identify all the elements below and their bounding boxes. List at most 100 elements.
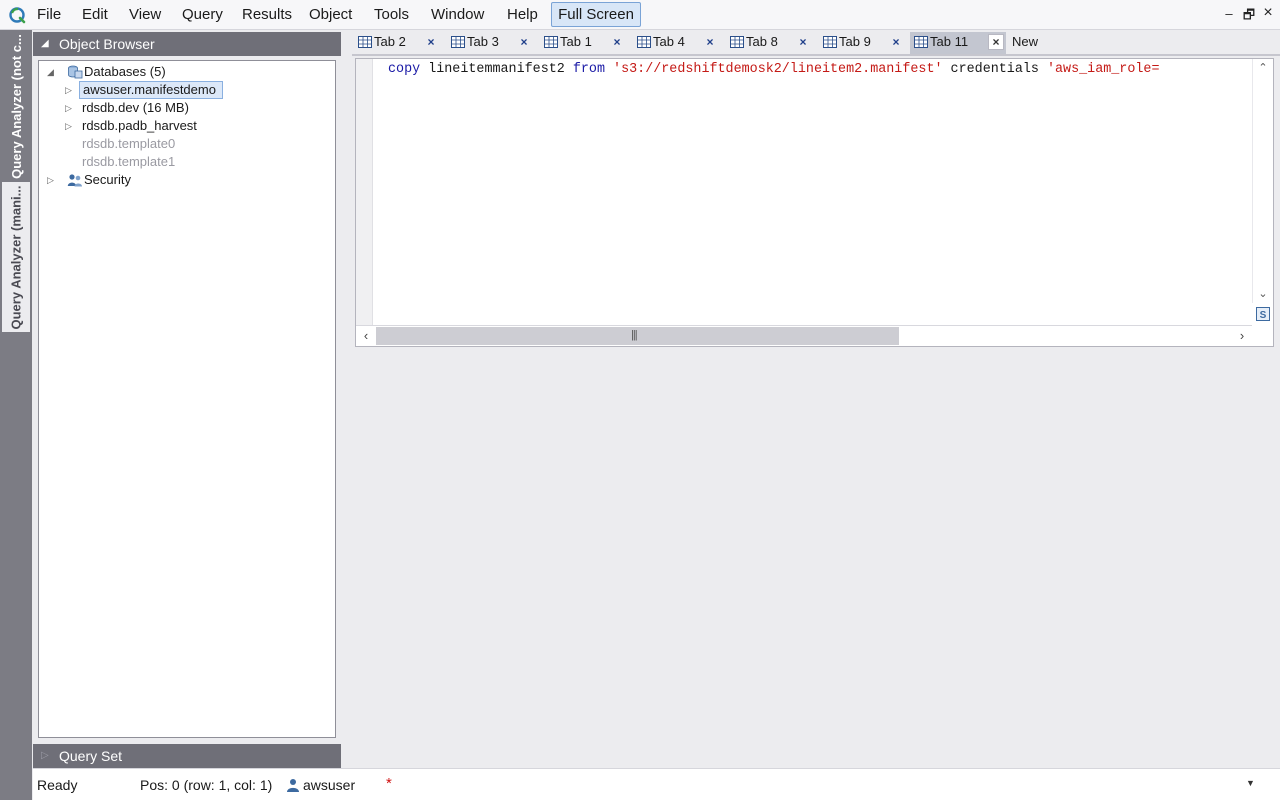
grid-icon	[730, 36, 744, 48]
tab-label: Tab 9	[839, 34, 871, 49]
menu-window[interactable]: Window	[431, 6, 484, 23]
close-tab-icon[interactable]: ×	[889, 32, 903, 52]
tab-label: Tab 3	[467, 34, 499, 49]
close-tab-icon[interactable]: ×	[703, 32, 717, 52]
close-tab-icon[interactable]: ×	[796, 32, 810, 52]
vertical-scrollbar[interactable]: ⌃ ⌄	[1252, 59, 1273, 303]
collapsed-arrow-icon[interactable]: ▷	[47, 171, 54, 189]
menu-query[interactable]: Query	[182, 6, 223, 23]
tab-label: Tab 1	[560, 34, 592, 49]
grid-icon	[358, 36, 372, 48]
tab-9[interactable]: Tab 9 ×	[819, 32, 903, 54]
tree-item-label: Security	[84, 172, 131, 187]
collapsed-arrow-icon[interactable]: ▷	[65, 117, 72, 135]
user-icon	[287, 779, 299, 792]
tab-8[interactable]: Tab 8 ×	[726, 32, 810, 54]
scroll-right-icon[interactable]: ›	[1232, 326, 1252, 346]
query-set-bar[interactable]: ▷ Query Set	[33, 744, 341, 768]
menu-help[interactable]: Help	[507, 6, 538, 23]
tree-item-label: rdsdb.dev (16 MB)	[82, 100, 189, 115]
grid-icon	[637, 36, 651, 48]
sql-editor[interactable]: copy lineitemmanifest2 from 's3://redshi…	[355, 58, 1274, 347]
scroll-up-icon[interactable]: ⌃	[1253, 59, 1273, 77]
status-ready: Ready	[37, 777, 78, 793]
query-set-title: Query Set	[59, 748, 123, 764]
tree-item-label: rdsdb.padb_harvest	[82, 118, 197, 133]
object-browser-header[interactable]: ◢ Object Browser	[33, 32, 341, 56]
menu-edit[interactable]: Edit	[82, 6, 108, 23]
restore-button[interactable]: 🗗	[1241, 6, 1257, 28]
tab-label: Tab 8	[746, 34, 778, 49]
object-browser-title: Object Browser	[59, 36, 155, 52]
tree-item-label: rdsdb.template1	[82, 154, 176, 169]
status-dropdown-icon[interactable]: ▼	[1246, 778, 1255, 788]
tree-item-label: awsuser.manifestdemo	[79, 81, 223, 99]
tree-item-label: Databases (5)	[84, 64, 166, 79]
close-window-button[interactable]: ×	[1260, 4, 1276, 22]
horizontal-scrollbar[interactable]: ‹ ||| ›	[356, 325, 1252, 346]
code-token: 'aws_iam_role=	[1046, 62, 1160, 77]
new-tab-button[interactable]: New	[1012, 32, 1038, 52]
code-token: lineitemmanifest2	[420, 62, 573, 77]
editor-gutter	[356, 59, 373, 325]
vertical-tab-query-analyzer-2[interactable]: Query Analyzer (mani...	[2, 182, 30, 332]
close-tab-icon[interactable]: ×	[610, 32, 624, 52]
expand-arrow-icon[interactable]: ▷	[41, 744, 49, 768]
selected-database-label: awsuser.manifestdemo	[79, 81, 223, 99]
split-editor-icon[interactable]: S	[1256, 307, 1270, 321]
menu-file[interactable]: File	[37, 6, 61, 23]
close-tab-icon[interactable]: ×	[517, 32, 531, 52]
code-token: copy	[388, 62, 421, 77]
tree-item-label: rdsdb.template0	[82, 136, 176, 151]
tab-1[interactable]: Tab 1 ×	[540, 32, 624, 54]
code-token: credentials	[942, 62, 1047, 77]
cursor-position: Pos: 0 (row: 1, col: 1)	[140, 777, 273, 793]
menu-results[interactable]: Results	[242, 6, 292, 23]
database-icon	[68, 65, 83, 79]
menu-view[interactable]: View	[129, 6, 161, 23]
grid-icon	[914, 36, 928, 48]
scrollbar-thumb[interactable]: |||	[376, 327, 899, 345]
grid-icon	[823, 36, 837, 48]
grip-icon: |||	[631, 329, 638, 341]
query-tab-bar: Tab 2 × Tab 3 × Tab 1 × Tab 4 × Tab 8 × …	[352, 30, 1280, 56]
tab-4[interactable]: Tab 4 ×	[633, 32, 717, 54]
users-icon	[67, 174, 82, 187]
collapse-arrow-icon[interactable]: ◢	[41, 32, 49, 56]
close-tab-icon[interactable]: ×	[988, 34, 1004, 50]
menu-object[interactable]: Object	[309, 6, 352, 23]
tab-11[interactable]: Tab 11 ×	[910, 32, 1006, 54]
close-tab-icon[interactable]: ×	[424, 32, 438, 52]
menu-bar: File Edit View Query Results Object Tool…	[0, 0, 1280, 30]
code-token: from	[572, 62, 605, 77]
tab-label: Tab 11	[930, 34, 969, 49]
fullscreen-button[interactable]: Full Screen	[551, 2, 641, 27]
code-line[interactable]: copy lineitemmanifest2 from 's3://redshi…	[388, 61, 1159, 79]
status-bar: Ready Pos: 0 (row: 1, col: 1) awsuser * …	[33, 768, 1280, 800]
vertical-tab-label: Query Analyzer (not c...	[8, 33, 24, 179]
code-token: 's3://redshiftdemosk2/lineitem2.manifest…	[613, 62, 943, 77]
left-document-strip: Query Analyzer (not c... Query Analyzer …	[0, 30, 32, 800]
tab-3[interactable]: Tab 3 ×	[447, 32, 531, 54]
minimize-button[interactable]: –	[1221, 6, 1237, 21]
vertical-tab-query-analyzer-1[interactable]: Query Analyzer (not c...	[2, 32, 30, 180]
collapsed-arrow-icon[interactable]: ▷	[65, 81, 72, 99]
collapsed-arrow-icon[interactable]: ▷	[65, 99, 72, 117]
grid-icon	[451, 36, 465, 48]
tab-label: Tab 4	[653, 34, 685, 49]
tab-2[interactable]: Tab 2 ×	[354, 32, 438, 54]
svg-text:S: S	[1260, 310, 1267, 321]
grid-icon	[544, 36, 558, 48]
unsaved-indicator: *	[386, 775, 392, 792]
tab-label: Tab 2	[374, 34, 406, 49]
app-logo-icon	[9, 7, 26, 24]
vertical-tab-label: Query Analyzer (mani...	[8, 184, 24, 330]
connected-user: awsuser	[303, 777, 356, 793]
scroll-left-icon[interactable]: ‹	[356, 326, 376, 346]
menu-tools[interactable]: Tools	[374, 6, 409, 23]
scroll-down-icon[interactable]: ⌄	[1253, 285, 1273, 303]
object-tree: ◢ Databases (5) ▷ awsuser.manifestdemo ▷…	[38, 60, 336, 738]
object-browser-panel: ◢ Object Browser ◢ Databases (5) ▷ awsus…	[33, 30, 341, 768]
expanded-arrow-icon[interactable]: ◢	[47, 63, 54, 81]
